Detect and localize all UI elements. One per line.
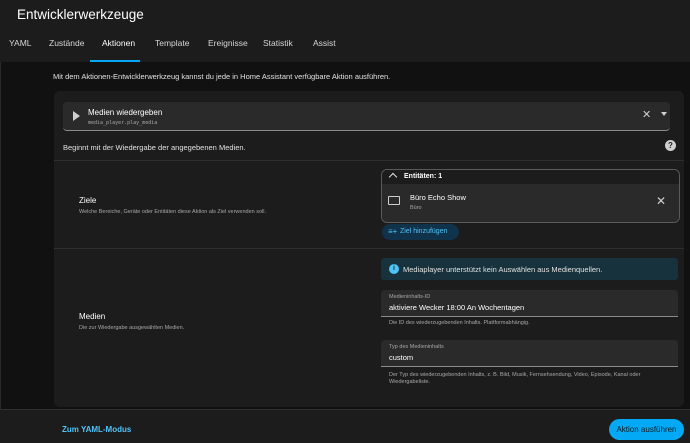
content-type-label: Typ des Medieninhalts bbox=[389, 344, 444, 350]
add-target-label: Ziel hinzufügen bbox=[400, 228, 448, 235]
content-id-label: Medieninhalts-ID bbox=[389, 294, 431, 300]
info-icon: i bbox=[389, 264, 399, 274]
action-picker[interactable]: Medien wiedergeben media_player.play_med… bbox=[63, 102, 670, 131]
close-icon[interactable]: ✕ bbox=[656, 194, 666, 208]
playlist-add-icon: ≡+ bbox=[388, 227, 398, 236]
chevron-up-icon bbox=[388, 172, 398, 182]
entity-name: Büro Echo Show bbox=[410, 193, 466, 202]
entity-area: Büro bbox=[410, 205, 422, 211]
action-card: Medien wiedergeben media_player.play_med… bbox=[54, 91, 684, 407]
active-tab-indicator bbox=[90, 60, 140, 62]
footer-bar: Zum YAML-Modus Aktion ausführen bbox=[0, 409, 690, 443]
content-type-value: custom bbox=[389, 353, 414, 362]
tab-bar: YAML Zustände Aktionen Template Ereignis… bbox=[0, 36, 690, 62]
target-box: Entitäten: 1 Büro Echo Show Büro ✕ bbox=[381, 169, 680, 223]
add-target-button[interactable]: ≡+ Ziel hinzufügen bbox=[382, 224, 459, 240]
play-icon bbox=[73, 111, 80, 121]
sidebar-edge bbox=[0, 62, 1, 442]
tab-template[interactable]: Template bbox=[155, 38, 190, 60]
divider bbox=[54, 248, 684, 249]
entity-chip[interactable]: Büro Echo Show Büro ✕ bbox=[382, 184, 679, 222]
run-action-button[interactable]: Aktion ausführen bbox=[609, 419, 684, 440]
entities-count: Entitäten: 1 bbox=[404, 173, 443, 180]
tab-ereignisse[interactable]: Ereignisse bbox=[208, 38, 248, 60]
tab-zustaende[interactable]: Zustände bbox=[49, 38, 84, 60]
info-alert: i Mediaplayer unterstützt kein Auswählen… bbox=[381, 258, 678, 280]
action-id: media_player.play_media bbox=[88, 120, 158, 126]
targets-title: Ziele bbox=[79, 196, 97, 205]
app-bar: Entwicklerwerkzeuge YAML Zustände Aktion… bbox=[0, 0, 690, 62]
targets-description: Welche Bereiche, Geräte oder Entitäten d… bbox=[79, 209, 266, 215]
entities-header[interactable]: Entitäten: 1 bbox=[382, 170, 679, 184]
content-id-helper: Die ID des wiederzugebenden Inhalts. Pla… bbox=[389, 320, 530, 326]
page-title: Entwicklerwerkzeuge bbox=[17, 7, 144, 22]
intro-text: Mit dem Aktionen-Entwicklerwerkzeug kann… bbox=[53, 72, 391, 81]
divider bbox=[54, 160, 684, 161]
tab-statistik[interactable]: Statistik bbox=[263, 38, 293, 60]
close-icon[interactable]: ✕ bbox=[642, 108, 651, 122]
content-id-value: aktiviere Wecker 18:00 An Wochentagen bbox=[389, 303, 525, 312]
tab-assist[interactable]: Assist bbox=[313, 38, 336, 60]
content-id-field[interactable]: Medieninhalts-ID aktiviere Wecker 18:00 … bbox=[381, 290, 678, 317]
cast-icon bbox=[388, 196, 400, 205]
media-title: Medien bbox=[79, 312, 106, 321]
help-icon[interactable]: ? bbox=[665, 140, 676, 151]
tab-yaml[interactable]: YAML bbox=[9, 38, 32, 60]
chevron-down-icon[interactable] bbox=[661, 112, 667, 116]
info-text: Mediaplayer unterstützt kein Auswählen a… bbox=[403, 265, 603, 274]
yaml-mode-button[interactable]: Zum YAML-Modus bbox=[62, 425, 131, 434]
tab-aktionen[interactable]: Aktionen bbox=[102, 38, 135, 60]
action-name: Medien wiedergeben bbox=[88, 108, 163, 117]
content-type-helper: Der Typ des wiederzugebenden Inhalts, z.… bbox=[389, 372, 641, 385]
media-description: Die zur Wiedergabe ausgewählten Medien. bbox=[79, 325, 185, 331]
content-type-field[interactable]: Typ des Medieninhalts custom bbox=[381, 340, 678, 367]
action-description: Beginnt mit der Wiedergabe der angegeben… bbox=[63, 143, 246, 152]
